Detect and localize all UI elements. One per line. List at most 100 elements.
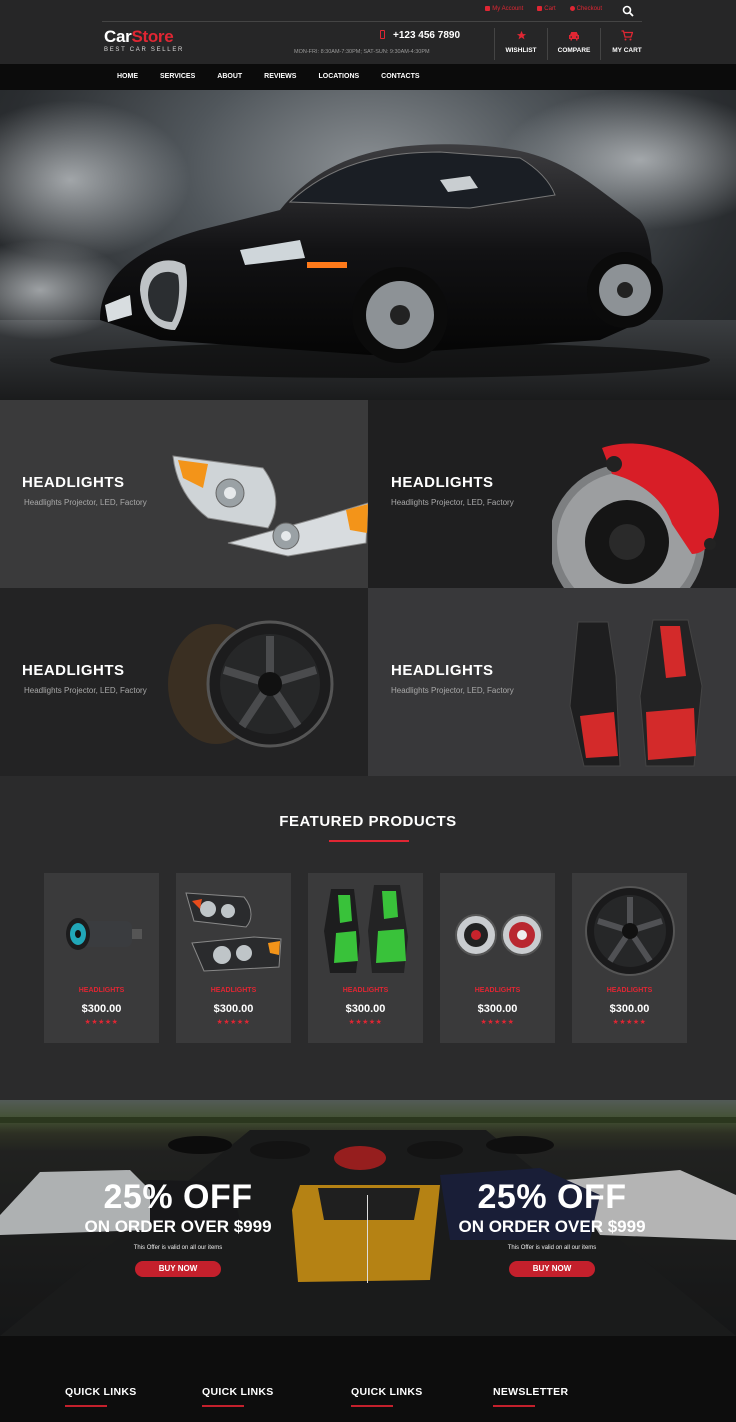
check-icon: [569, 6, 575, 11]
cart-icon: [537, 6, 543, 11]
category-tile[interactable]: HEADLIGHTS Headlights Projector, LED, Fa…: [368, 400, 736, 588]
nav-about[interactable]: ABOUT: [217, 73, 242, 80]
hero-sports-car: [0, 90, 736, 378]
offer-note: This Offer is valid on all our items: [507, 1245, 597, 1251]
offer-condition: ON ORDER OVER $999: [84, 1217, 272, 1236]
product-price: $300.00: [81, 1003, 122, 1015]
product-name: HEADLIGHTS: [474, 987, 521, 994]
wishlist-button[interactable]: WISHLIST: [494, 28, 547, 60]
phone-icon: [380, 30, 385, 39]
star-icon: [516, 30, 526, 40]
cart-link[interactable]: Cart: [537, 6, 556, 12]
category-subtitle: Headlights Projector, LED, Factory: [24, 498, 147, 507]
top-links: My Account Cart Checkout: [485, 6, 602, 12]
featured-title: FEATURED PRODUCTS: [279, 813, 457, 830]
my-account-link[interactable]: My Account: [485, 6, 523, 12]
compare-button[interactable]: COMPARE: [547, 28, 600, 60]
star-rating: ★★★★★: [612, 1019, 647, 1026]
green-seats-image: [324, 885, 408, 973]
product-name: HEADLIGHTS: [78, 987, 125, 994]
top-bar: My Account Cart Checkout: [102, 0, 642, 22]
footer-heading: QUICK LINKS: [351, 1386, 423, 1398]
category-tile[interactable]: HEADLIGHTS Headlights Projector, LED, Fa…: [0, 588, 368, 776]
promo-divider: [367, 1195, 368, 1283]
hero-banner: [0, 90, 736, 400]
headlights-image: [185, 892, 282, 972]
wheel-rim-image: [168, 620, 334, 748]
cart-icon: [621, 30, 633, 41]
product-card[interactable]: HEADLIGHTS $300.00 ★★★★★: [44, 873, 159, 1043]
site-logo[interactable]: CarStore BEST CAR SELLER: [104, 27, 185, 54]
nav-home[interactable]: HOME: [117, 73, 138, 80]
wheel-rim-image: [585, 886, 675, 976]
footer-heading: NEWSLETTER: [493, 1386, 569, 1398]
speaker-image: [66, 918, 142, 950]
product-card[interactable]: HEADLIGHTS $300.00 ★★★★★: [440, 873, 555, 1043]
product-card[interactable]: HEADLIGHTS $300.00 ★★★★★: [176, 873, 291, 1043]
category-title: HEADLIGHTS: [22, 662, 125, 679]
site-footer: QUICK LINKS QUICK LINKS QUICK LINKS NEWS…: [0, 1336, 736, 1422]
star-rating: ★★★★★: [480, 1019, 515, 1026]
footer-heading-underline: [65, 1405, 107, 1407]
category-tile[interactable]: HEADLIGHTS Headlights Projector, LED, Fa…: [368, 588, 736, 776]
phone-number[interactable]: +123 456 7890: [380, 30, 460, 41]
nav-contacts[interactable]: CONTACTS: [381, 73, 419, 80]
footer-column: QUICK LINKS: [351, 1386, 423, 1407]
offer-discount: 25% OFF: [103, 1178, 253, 1216]
footer-heading: QUICK LINKS: [202, 1386, 274, 1398]
footer-heading-underline: [493, 1405, 535, 1407]
header-actions: WISHLIST COMPARE MY CART: [494, 28, 653, 60]
footer-column: QUICK LINKS: [65, 1386, 137, 1407]
nav-reviews[interactable]: REVIEWS: [264, 73, 296, 80]
site-header: My Account Cart Checkout CarStore BEST C…: [0, 0, 736, 64]
product-grid: HEADLIGHTS $300.00 ★★★★★ HEADLIGHTS $300…: [44, 873, 687, 1043]
racing-seats-image: [569, 619, 703, 767]
product-card[interactable]: HEADLIGHTS $300.00 ★★★★★: [572, 873, 687, 1043]
headlights-image: [172, 455, 368, 557]
buy-now-button[interactable]: BUY NOW: [135, 1261, 221, 1277]
user-icon: [485, 6, 491, 11]
footer-column: QUICK LINKS: [202, 1386, 274, 1407]
category-tile[interactable]: HEADLIGHTS Headlights Projector, LED, Fa…: [0, 400, 368, 588]
checkout-link[interactable]: Checkout: [569, 6, 602, 12]
my-cart-button[interactable]: MY CART: [600, 28, 653, 60]
nav-services[interactable]: SERVICES: [160, 73, 195, 80]
nav-locations[interactable]: LOCATIONS: [318, 73, 359, 80]
category-title: HEADLIGHTS: [22, 474, 125, 491]
product-card[interactable]: HEADLIGHTS $300.00 ★★★★★: [308, 873, 423, 1043]
search-icon[interactable]: [622, 5, 634, 17]
offer-condition: ON ORDER OVER $999: [458, 1217, 646, 1236]
footer-heading: QUICK LINKS: [65, 1386, 137, 1398]
category-title: HEADLIGHTS: [391, 662, 494, 679]
buy-now-button[interactable]: BUY NOW: [509, 1261, 595, 1277]
product-price: $300.00: [213, 1003, 254, 1015]
product-name: HEADLIGHTS: [210, 987, 257, 994]
star-rating: ★★★★★: [84, 1019, 119, 1026]
main-nav: HOME SERVICES ABOUT REVIEWS LOCATIONS CO…: [0, 64, 736, 90]
product-name: HEADLIGHTS: [342, 987, 389, 994]
category-subtitle: Headlights Projector, LED, Factory: [24, 686, 147, 695]
product-name: HEADLIGHTS: [606, 987, 653, 994]
footer-column: NEWSLETTER: [493, 1386, 568, 1407]
offer-discount: 25% OFF: [477, 1178, 627, 1216]
category-subtitle: Headlights Projector, LED, Factory: [391, 686, 514, 695]
featured-products-section: FEATURED PRODUCTS HEADLIGHTS $300.00 ★★★…: [0, 776, 736, 1100]
car-icon: [569, 32, 579, 41]
business-hours: MON-FRI: 8:30AM-7:30PM; SAT-SUN: 9:30AM-…: [294, 49, 430, 55]
product-price: $300.00: [345, 1003, 386, 1015]
title-underline: [329, 840, 409, 842]
star-rating: ★★★★★: [216, 1019, 251, 1026]
car-speakers-image: [455, 914, 543, 956]
footer-heading-underline: [351, 1405, 393, 1407]
logo-store: Store: [131, 27, 174, 46]
promo-offer: 25% OFF ON ORDER OVER $999 This Offer is…: [28, 1178, 328, 1277]
category-subtitle: Headlights Projector, LED, Factory: [391, 498, 514, 507]
logo-car: Car: [104, 27, 132, 46]
promo-banner: 25% OFF ON ORDER OVER $999 This Offer is…: [0, 1100, 736, 1336]
logo-tagline: BEST CAR SELLER: [104, 47, 185, 53]
category-title: HEADLIGHTS: [391, 474, 494, 491]
product-price: $300.00: [477, 1003, 518, 1015]
offer-note: This Offer is valid on all our items: [133, 1245, 223, 1251]
category-tiles: HEADLIGHTS Headlights Projector, LED, Fa…: [0, 400, 736, 776]
brake-disc-image: [552, 443, 720, 588]
